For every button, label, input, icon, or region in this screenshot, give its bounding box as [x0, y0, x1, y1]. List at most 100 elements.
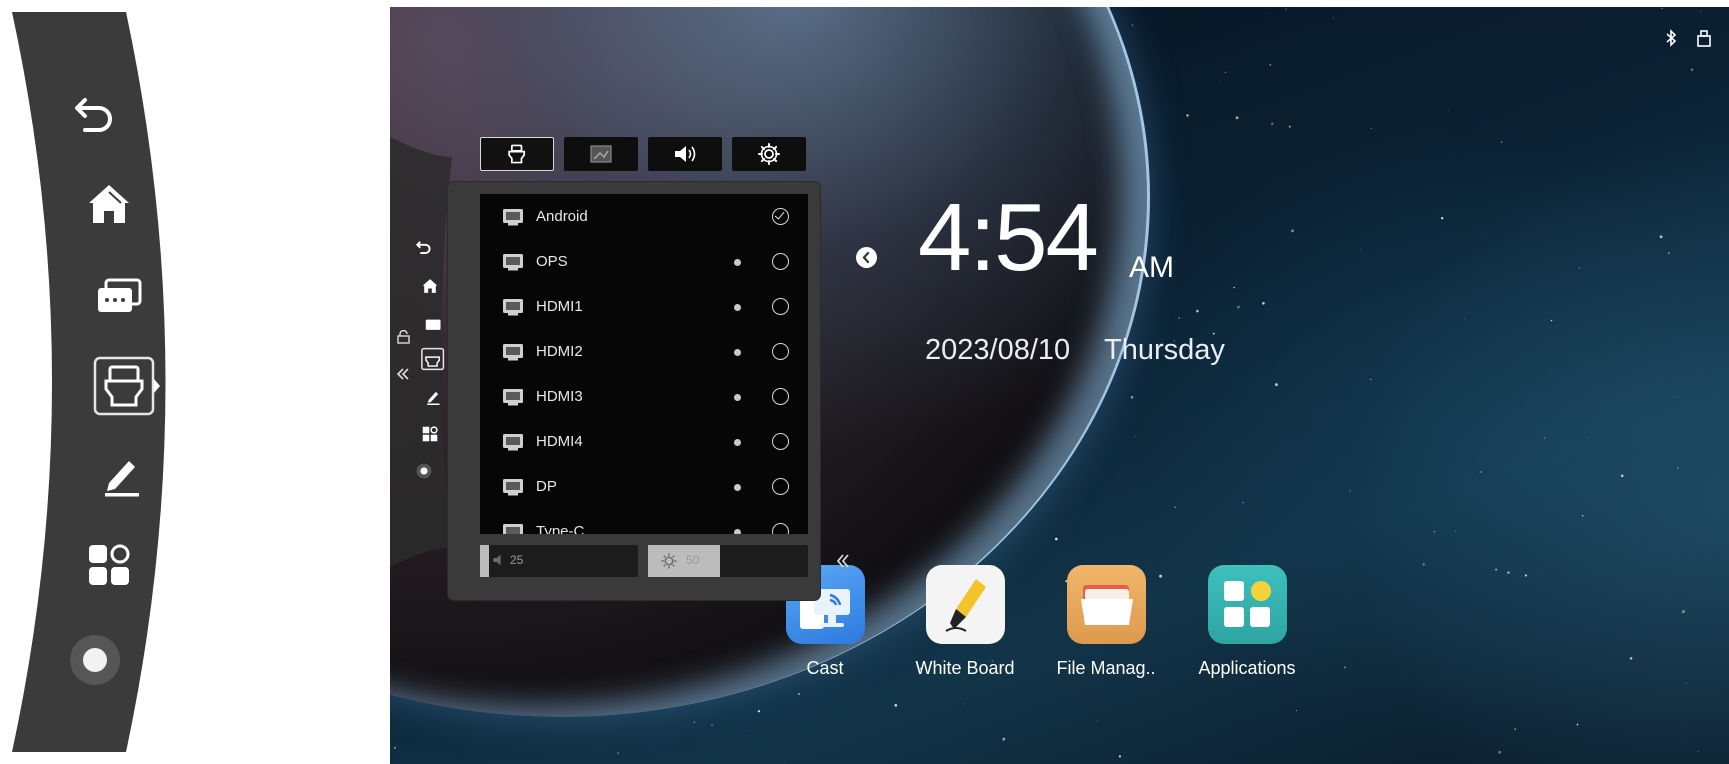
source-port-icon	[503, 344, 523, 361]
star	[1219, 81, 1221, 83]
signal-dot	[734, 529, 741, 534]
app-applications[interactable]: Applications	[1187, 565, 1307, 679]
app-file-manager[interactable]: File Manag..	[1046, 565, 1166, 679]
clock-collapse-button[interactable]	[856, 247, 877, 268]
star	[1178, 317, 1180, 319]
star	[1349, 490, 1351, 492]
star	[617, 752, 619, 754]
back-button-small[interactable]	[411, 235, 437, 259]
source-radio[interactable]	[772, 523, 789, 534]
back-button[interactable]	[60, 83, 130, 145]
star	[1134, 435, 1136, 437]
source-radio[interactable]	[772, 388, 789, 405]
source-port-icon	[503, 209, 523, 226]
pen-button-small[interactable]	[420, 385, 446, 409]
star	[1130, 395, 1134, 399]
source-radio[interactable]	[772, 343, 789, 360]
home-button[interactable]	[74, 173, 144, 235]
annotation-pen-button[interactable]	[86, 444, 156, 506]
usb-icon	[1697, 30, 1711, 47]
record-button[interactable]	[60, 629, 130, 691]
record-button-small[interactable]	[411, 459, 437, 483]
signal-dot	[734, 304, 741, 311]
brightness-slider[interactable]: 50	[648, 545, 808, 577]
source-panel-collapse-button[interactable]	[836, 552, 850, 575]
star	[1174, 506, 1177, 509]
input-source-icon	[421, 347, 445, 371]
source-row[interactable]: HDMI2	[480, 329, 808, 374]
source-row[interactable]: Android	[480, 194, 808, 239]
stage: 4:54 AM 2023/08/10 Thursday Cast White B…	[0, 0, 1729, 764]
star	[1543, 437, 1546, 439]
star	[1668, 252, 1670, 254]
source-radio[interactable]	[772, 433, 789, 450]
multitask-button[interactable]	[84, 265, 154, 327]
volume-slider[interactable]: 25	[480, 545, 638, 577]
star	[1233, 286, 1235, 289]
tab-display[interactable]	[564, 137, 638, 171]
star	[393, 746, 397, 749]
tab-audio[interactable]	[648, 137, 722, 171]
star	[1578, 267, 1581, 269]
toolbar-collapse-button[interactable]	[390, 362, 416, 386]
home-button-small[interactable]	[417, 274, 443, 298]
apps-button[interactable]	[74, 534, 144, 596]
brightness-icon	[661, 553, 677, 569]
star	[1295, 709, 1297, 712]
source-panel: Android OPS HDMI1 HDMI2 HDMI3 HDMI4 DP Type-C 2…	[448, 182, 849, 600]
star	[1288, 125, 1291, 128]
clock-time: 4:54	[918, 184, 1099, 291]
record-icon	[416, 463, 432, 479]
star	[1581, 514, 1584, 517]
input-source-button-small[interactable]	[420, 347, 446, 371]
source-row[interactable]: HDMI4	[480, 419, 808, 464]
picture-icon	[590, 145, 612, 163]
lock-icon	[396, 330, 410, 344]
app-white-board[interactable]: White Board	[905, 565, 1025, 679]
back-icon	[75, 98, 112, 132]
apps-icon	[89, 544, 130, 585]
star	[1196, 309, 1199, 313]
clock-weekday: Thursday	[1104, 334, 1225, 366]
input-source-button[interactable]	[90, 355, 160, 417]
tab-input[interactable]	[480, 137, 554, 171]
source-row[interactable]: HDMI1	[480, 284, 808, 329]
record-icon	[70, 635, 120, 685]
star	[1524, 574, 1527, 577]
star	[1681, 610, 1685, 614]
bluetooth-icon	[1666, 29, 1677, 47]
source-label: HDMI2	[536, 343, 583, 360]
star	[1620, 474, 1624, 478]
source-row[interactable]: Type-C	[480, 509, 808, 534]
source-row[interactable]: HDMI3	[480, 374, 808, 419]
home-icon	[89, 185, 129, 223]
source-row[interactable]: OPS	[480, 239, 808, 284]
lock-button[interactable]	[390, 325, 416, 349]
source-radio[interactable]	[772, 478, 789, 495]
star	[1262, 302, 1265, 305]
source-panel-tabs	[480, 137, 810, 177]
source-radio[interactable]	[772, 208, 789, 225]
star	[1242, 502, 1244, 504]
source-port-icon	[503, 254, 523, 271]
tab-settings[interactable]	[732, 137, 806, 171]
app-label: White Board	[915, 658, 1015, 678]
star	[1550, 319, 1553, 322]
clock-ampm: AM	[1129, 251, 1174, 284]
speaker-icon	[493, 554, 501, 566]
star	[1441, 217, 1444, 220]
star	[1697, 750, 1699, 753]
pen-icon	[105, 461, 139, 497]
star	[1224, 71, 1227, 74]
source-row[interactable]: DP	[480, 464, 808, 509]
source-radio[interactable]	[772, 298, 789, 315]
source-port-icon	[503, 479, 523, 496]
star	[783, 762, 785, 764]
star	[1447, 109, 1450, 111]
star	[1370, 378, 1372, 381]
star	[1498, 750, 1501, 754]
apps-button-small[interactable]	[417, 422, 443, 446]
volume-slider-fill	[480, 545, 490, 577]
multitask-button-small[interactable]	[420, 312, 446, 336]
source-radio[interactable]	[772, 253, 789, 270]
